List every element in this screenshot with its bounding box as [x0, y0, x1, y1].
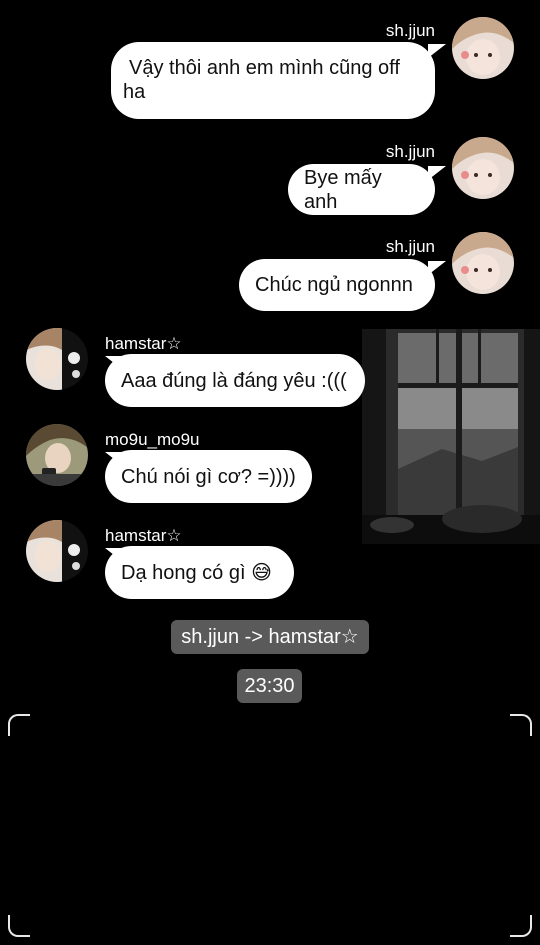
sender-name: hamstar☆ — [105, 526, 182, 545]
profile-avatar-icon — [26, 328, 88, 390]
message-text: Chúc ngủ ngonnn — [255, 274, 413, 296]
message-bubble[interactable]: Vậy thôi anh em mình cũng off ha — [111, 42, 435, 119]
sender-name: sh.jjun — [385, 237, 435, 256]
window-photo-icon — [362, 329, 540, 544]
profile-avatar-icon — [452, 137, 514, 199]
frame-corner-top-left — [8, 714, 30, 736]
frame-corner-bottom-right — [510, 915, 532, 937]
sender-name: hamstar☆ — [105, 334, 182, 353]
timestamp: 23:30 — [237, 669, 302, 703]
message-bubble[interactable]: Bye mấy anh — [288, 164, 435, 215]
message-text: Aaa đúng là đáng yêu :((( — [121, 369, 347, 392]
message-bubble[interactable]: Chú nói gì cơ? =)))) — [105, 450, 312, 503]
avatar[interactable] — [26, 328, 88, 390]
message-bubble[interactable]: Dạ hong có gì 😅 — [105, 546, 294, 599]
profile-avatar-icon — [452, 232, 514, 294]
name-change-notice: sh.jjun -> hamstar☆ — [171, 620, 369, 654]
window-photo — [362, 329, 540, 544]
message-text-line: Vậy thôi anh em mình cũng off — [129, 57, 400, 79]
sender-name: mo9u_mo9u — [105, 430, 200, 449]
sender-name: sh.jjun — [385, 21, 435, 40]
frame-corner-top-right — [510, 714, 532, 736]
avatar[interactable] — [452, 137, 514, 199]
sender-name: sh.jjun — [385, 142, 435, 161]
avatar[interactable] — [452, 232, 514, 294]
profile-avatar-icon — [26, 520, 88, 582]
avatar[interactable] — [26, 520, 88, 582]
avatar[interactable] — [452, 17, 514, 79]
message-text: Chú nói gì cơ? =)))) — [121, 465, 296, 488]
frame-corner-bottom-left — [8, 915, 30, 937]
profile-avatar-icon — [26, 424, 88, 486]
avatar[interactable] — [26, 424, 88, 486]
message-text: Bye mấy anh — [304, 166, 382, 213]
message-text-line: ha — [123, 81, 146, 103]
profile-avatar-icon — [452, 17, 514, 79]
message-bubble[interactable]: Aaa đúng là đáng yêu :((( — [105, 354, 365, 407]
message-text: Dạ hong có gì 😅 — [121, 561, 272, 584]
message-bubble[interactable]: Chúc ngủ ngonnn — [239, 259, 435, 311]
